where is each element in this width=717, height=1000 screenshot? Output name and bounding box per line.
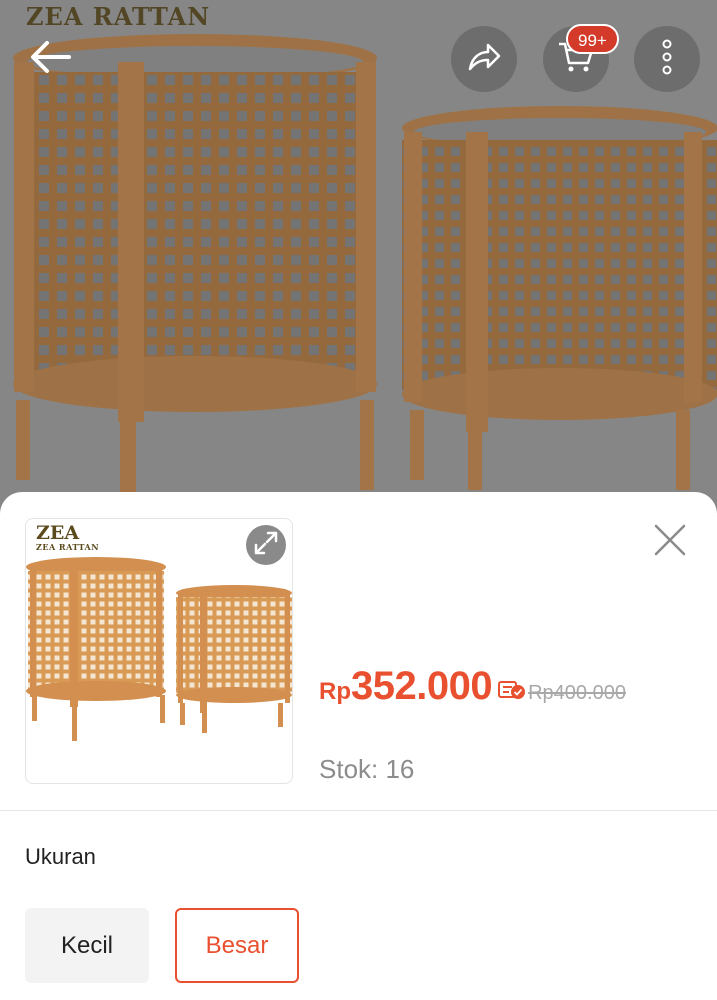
- product-thumbnail[interactable]: ZEA ZEA RATTAN: [25, 518, 293, 784]
- product-hero-image: ZEA RATTAN: [0, 0, 717, 520]
- price-row: Rp 352.000 Rp400.000: [319, 664, 626, 709]
- original-price: Rp400.000: [528, 682, 626, 704]
- expand-icon: [253, 530, 279, 561]
- variant-option-besar[interactable]: Besar: [175, 908, 299, 983]
- close-sheet-button[interactable]: [648, 520, 692, 564]
- stock-count: Stok: 16: [319, 754, 415, 784]
- more-vertical-icon: [661, 37, 673, 82]
- arrow-left-icon: [29, 39, 73, 80]
- price-currency: Rp: [319, 678, 351, 705]
- section-divider: [0, 810, 717, 811]
- variant-group-title: Ukuran: [25, 844, 96, 869]
- share-icon: [466, 41, 502, 78]
- variant-option-kecil[interactable]: Kecil: [25, 908, 149, 983]
- back-button[interactable]: [18, 26, 84, 92]
- variant-bottom-sheet: ZEA ZEA RATTAN Rp 352.000 Rp400.000 Stok…: [0, 492, 717, 1000]
- close-icon: [653, 523, 687, 562]
- share-button[interactable]: [451, 26, 517, 92]
- cart-count-badge: 99+: [566, 24, 619, 54]
- current-price: 352.000: [351, 664, 493, 708]
- expand-image-button[interactable]: [246, 525, 286, 565]
- thumbnail-brand-logo: ZEA ZEA RATTAN: [36, 522, 100, 552]
- overlay-dim[interactable]: [0, 0, 717, 520]
- discount-tag-icon: [498, 679, 526, 701]
- more-options-button[interactable]: [634, 26, 700, 92]
